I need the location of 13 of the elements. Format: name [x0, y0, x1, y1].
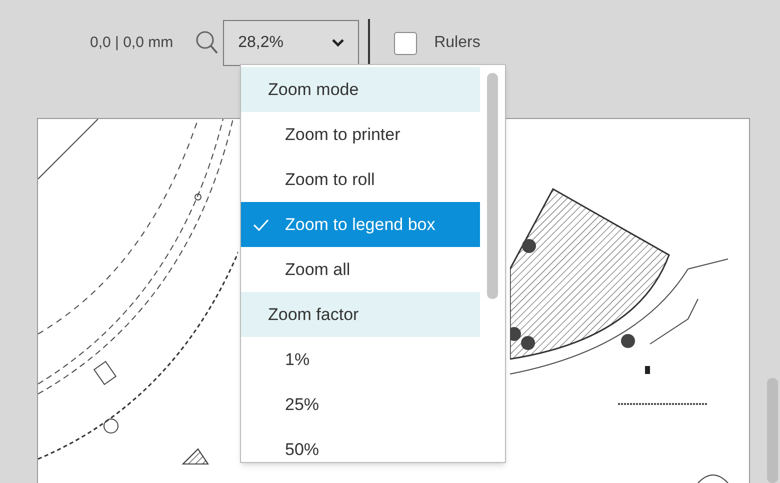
checkmark-icon [253, 218, 269, 230]
cursor-coordinates: 0,0 | 0,0 mm [90, 32, 174, 53]
rulers-label: Rulers [434, 33, 480, 53]
chevron-down-icon [332, 39, 344, 47]
rulers-checkbox[interactable] [394, 32, 418, 54]
menu-section-header: Zoom factor [241, 292, 480, 337]
menu-item[interactable]: Zoom to legend box [241, 202, 480, 247]
menu-section-header: Zoom mode [241, 67, 480, 112]
menu-scrollbar-thumb[interactable] [487, 73, 498, 299]
scrollbar-thumb[interactable] [767, 378, 778, 483]
zoom-dropdown[interactable]: 28,2% [223, 20, 360, 66]
search-icon [195, 30, 220, 56]
menu-item[interactable]: 50% [241, 427, 480, 462]
